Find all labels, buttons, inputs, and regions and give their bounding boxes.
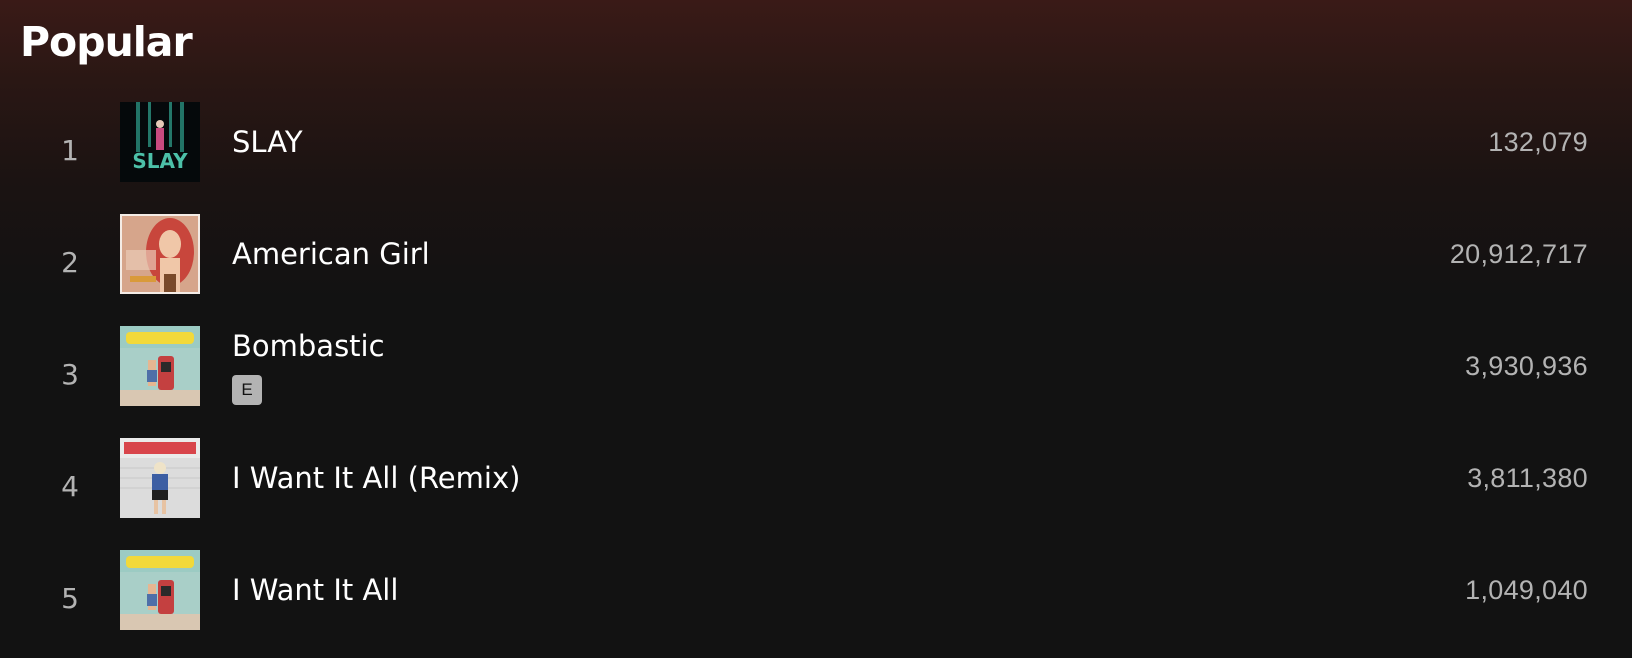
track-row[interactable]: 1 SLAY SLAY 132,079 [0,94,1632,206]
album-cover-image [120,326,200,406]
svg-text:SLAY: SLAY [132,149,188,173]
track-play-count: 132,079 [1488,126,1588,157]
track-title[interactable]: SLAY [232,123,303,161]
track-title-block: American Girl [232,206,430,302]
track-play-count: 3,811,380 [1467,462,1588,493]
bombastic-cover-art [120,550,200,630]
album-cover-image [120,214,200,294]
track-index: 3 [61,357,79,391]
track-title[interactable]: I Want It All [232,571,398,609]
section-title: Popular [20,18,193,66]
popular-track-list: 1 SLAY SLAY 132,079 2 American Girl 20,9… [0,94,1632,654]
track-row[interactable]: 4 I Want It All (Remix) 3,811,380 [0,430,1632,542]
track-play-count: 1,049,040 [1465,574,1588,605]
track-play-count: 3,930,936 [1465,350,1588,381]
album-cover-image [120,550,200,630]
bombastic-cover-art [120,326,200,406]
track-title[interactable]: Bombastic [232,327,385,365]
track-row[interactable]: 5 I Want It All 1,049,040 [0,542,1632,654]
track-index: 2 [61,245,79,279]
explicit-badge: E [232,375,262,405]
track-play-count: 20,912,717 [1449,238,1588,269]
i-want-it-all-remix-cover-art [120,438,200,518]
track-title-block: I Want It All (Remix) [232,430,520,526]
track-title-block: I Want It All [232,542,398,638]
track-index: 1 [61,133,79,167]
track-title-block: Bombastic E [232,318,385,414]
track-index: 4 [61,469,79,503]
track-title-block: SLAY [232,94,303,190]
track-title[interactable]: American Girl [232,235,430,273]
track-index: 5 [61,581,79,615]
slay-cover-art: SLAY [120,102,200,182]
track-row[interactable]: 2 American Girl 20,912,717 [0,206,1632,318]
american-girl-cover-art [120,214,200,294]
track-row[interactable]: 3 Bombastic E 3,930,936 [0,318,1632,430]
album-cover-image [120,438,200,518]
track-title[interactable]: I Want It All (Remix) [232,459,520,497]
album-cover-image: SLAY [120,102,200,182]
